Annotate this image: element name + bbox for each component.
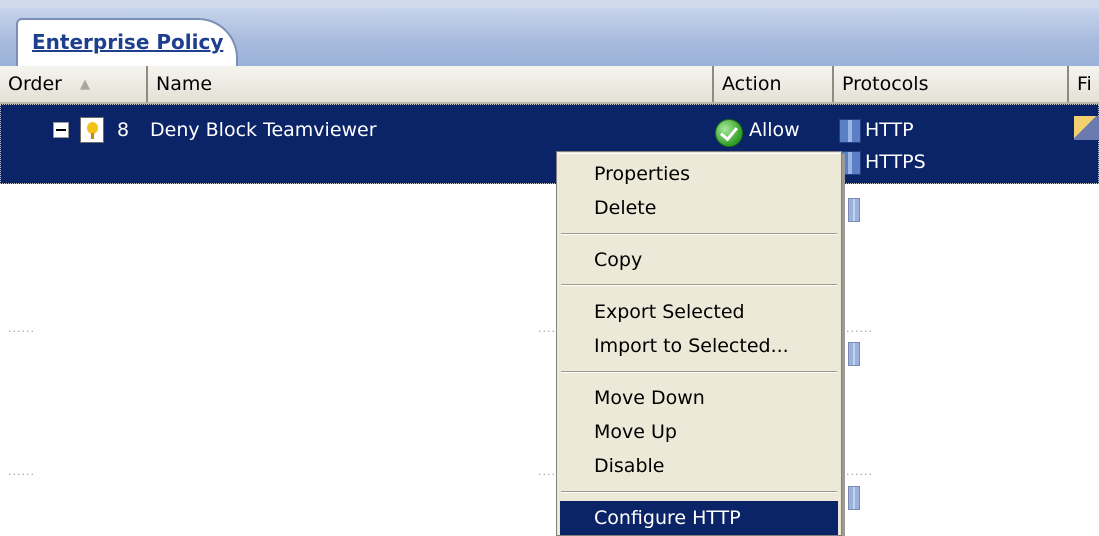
protocol-server-icon [839, 119, 861, 143]
column-header-next-label: Fi [1077, 73, 1092, 95]
placeholder-dots: ...... [846, 465, 873, 478]
placeholder-dots: ...... [846, 322, 873, 335]
menu-separator [561, 491, 837, 493]
collapse-minus-icon[interactable] [53, 122, 69, 138]
rule-action: Allow [749, 119, 800, 141]
tab-strip-top-band [0, 0, 1099, 6]
protocol-server-icon [848, 198, 860, 222]
tab-label[interactable]: Enterprise Policy [32, 30, 223, 54]
rule-name: Deny Block Teamviewer [150, 119, 377, 141]
column-header-action-label: Action [722, 73, 782, 95]
column-header-order[interactable]: Order ▲ [0, 66, 148, 102]
placeholder-dots: ...... [8, 465, 35, 478]
rule-protocol-http: HTTP [865, 119, 914, 141]
menu-item-copy[interactable]: Copy [560, 243, 838, 277]
column-header-action[interactable]: Action [714, 66, 834, 102]
rule-protocol-https: HTTPS [865, 151, 926, 173]
protocol-server-icon [848, 486, 860, 510]
tab-enterprise-policy[interactable]: Enterprise Policy [16, 18, 238, 66]
menu-item-disable[interactable]: Disable [560, 449, 838, 483]
column-header-protocols[interactable]: Protocols [834, 66, 1069, 102]
menu-item-move-up[interactable]: Move Up [560, 415, 838, 449]
column-header-name-label: Name [156, 73, 213, 95]
tab-strip: Enterprise Policy [0, 0, 1099, 66]
context-menu: Properties Delete Copy Export Selected I… [556, 151, 842, 536]
menu-separator [561, 233, 837, 235]
protocol-server-icon [839, 151, 861, 175]
menu-item-delete[interactable]: Delete [560, 191, 838, 225]
table-row-selected[interactable]: 8 Deny Block Teamviewer Allow HTTP HTTPS [0, 104, 1099, 184]
menu-item-move-down[interactable]: Move Down [560, 381, 838, 415]
column-header-protocols-label: Protocols [842, 73, 929, 95]
rule-order: 8 [117, 119, 130, 141]
menu-item-configure-http[interactable]: Configure HTTP [560, 501, 838, 535]
network-edge-icon [1074, 116, 1099, 140]
menu-item-export-selected[interactable]: Export Selected [560, 295, 838, 329]
menu-separator [561, 284, 837, 286]
column-header-name[interactable]: Name [148, 66, 714, 102]
menu-item-properties[interactable]: Properties [560, 157, 838, 191]
allow-check-icon [715, 119, 743, 147]
column-header-next[interactable]: Fi [1069, 66, 1099, 102]
column-header-order-label: Order [8, 73, 62, 95]
column-header-row: Order ▲ Name Action Protocols Fi [0, 66, 1099, 104]
menu-separator [561, 371, 837, 373]
protocol-server-icon [848, 342, 860, 366]
placeholder-dots: ...... [8, 322, 35, 335]
menu-item-import-to-selected[interactable]: Import to Selected... [560, 329, 838, 363]
rule-bulb-icon [80, 117, 104, 143]
sort-ascending-icon: ▲ [80, 76, 90, 92]
